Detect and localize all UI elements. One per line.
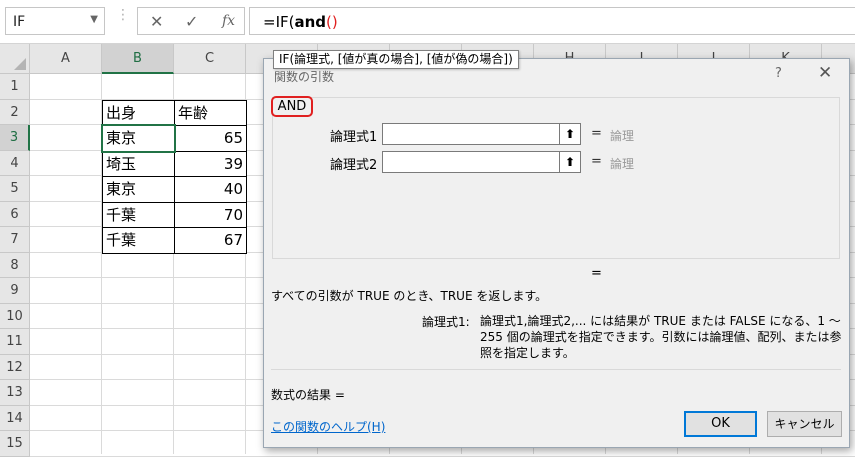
table-cell[interactable]: 千葉 — [102, 227, 175, 254]
function-result-equals: = — [591, 266, 602, 281]
formula-bar: IF ▼ ⋮ ✕ ✓ fx =IF(and() — [0, 0, 855, 44]
arg-input-2[interactable] — [382, 151, 581, 173]
row-header-4[interactable]: 4 — [0, 150, 30, 176]
formula-result: 数式の結果 = — [271, 388, 345, 402]
arg-equals-1: = — [591, 126, 602, 141]
column-header-b[interactable]: B — [102, 44, 174, 74]
formula-parens: () — [326, 13, 338, 31]
row-header-13[interactable]: 13 — [0, 380, 30, 406]
arg-help-text: 論理式1,論理式2,... には結果が TRUE または FALSE になる、1… — [480, 314, 842, 360]
row-header-5[interactable]: 5 — [0, 176, 30, 202]
table-cell[interactable]: 埼玉 — [102, 150, 175, 177]
arg-result-2: 論理 — [610, 157, 635, 171]
table-cell[interactable]: 67 — [174, 227, 247, 254]
divider — [271, 369, 841, 370]
insert-function-icon[interactable]: fx — [222, 13, 235, 29]
table-cell[interactable]: 東京 — [102, 176, 175, 203]
function-tooltip[interactable]: IF(論理式, [値が真の場合], [値が偽の場合]) — [273, 50, 519, 69]
check-icon[interactable]: ✓ — [185, 12, 198, 31]
row-header-14[interactable]: 14 — [0, 405, 30, 431]
table-cell[interactable]: 65 — [174, 125, 247, 152]
formula-buttons: ✕ ✓ fx — [137, 7, 245, 35]
function-name: AND — [271, 96, 313, 117]
help-icon[interactable]: ? — [775, 66, 782, 81]
selected-cell-outline — [101, 124, 176, 153]
arg-equals-2: = — [591, 154, 602, 169]
table-header-cell[interactable]: 年齢 — [174, 99, 247, 126]
row-header-6[interactable]: 6 — [0, 201, 30, 227]
table-cell[interactable]: 70 — [174, 201, 247, 228]
function-description: すべての引数が TRUE のとき、TRUE を返します。 — [271, 289, 548, 303]
row-header-2[interactable]: 2 — [0, 99, 30, 125]
row-header-12[interactable]: 12 — [0, 354, 30, 380]
table-header-cell[interactable]: 出身 — [102, 99, 175, 126]
table-cell[interactable]: 39 — [174, 150, 247, 177]
name-box-value: IF — [13, 14, 26, 30]
close-icon[interactable]: ✕ — [818, 63, 832, 83]
table-cell[interactable]: 40 — [174, 176, 247, 203]
row-header-15[interactable]: 15 — [0, 431, 30, 457]
row-header-1[interactable]: 1 — [0, 74, 30, 100]
more-options-icon[interactable]: ⋮ — [116, 8, 130, 22]
arguments-group — [272, 97, 840, 259]
name-box[interactable]: IF ▼ — [5, 7, 105, 35]
dialog-title: 関数の引数 — [274, 70, 335, 84]
collapse-dialog-icon[interactable]: ⬆ — [559, 151, 581, 173]
cancel-icon[interactable]: ✕ — [150, 12, 163, 31]
arg-label-1: 論理式1 — [330, 130, 378, 145]
arg-label-2: 論理式2 — [330, 158, 378, 173]
row-header-8[interactable]: 8 — [0, 252, 30, 278]
select-all-corner[interactable] — [0, 44, 30, 74]
formula-input[interactable]: =IF(and() — [249, 7, 855, 35]
gridline — [30, 455, 855, 457]
row-header-11[interactable]: 11 — [0, 329, 30, 355]
table-cell[interactable]: 千葉 — [102, 201, 175, 228]
row-header-10[interactable]: 10 — [0, 303, 30, 329]
arg-result-1: 論理 — [610, 129, 635, 143]
row-header-7[interactable]: 7 — [0, 227, 30, 253]
column-header-c[interactable]: C — [174, 44, 246, 74]
collapse-dialog-icon[interactable]: ⬆ — [559, 123, 581, 145]
arg-help-name: 論理式1: — [422, 315, 470, 329]
formula-func: and — [294, 13, 327, 31]
function-arguments-dialog: 関数の引数 ? ✕ AND 論理式1 ⬆ = 論理 論理式2 ⬆ = 論理 = … — [263, 58, 850, 448]
help-link[interactable]: この関数のヘルプ(H) — [271, 418, 385, 435]
arg-input-1[interactable] — [382, 123, 581, 145]
cancel-button[interactable]: キャンセル — [767, 411, 842, 437]
row-header-3[interactable]: 3 — [0, 125, 30, 151]
chevron-down-icon[interactable]: ▼ — [90, 14, 98, 25]
row-header-9[interactable]: 9 — [0, 278, 30, 304]
formula-prefix: =IF( — [263, 13, 295, 31]
ok-button[interactable]: OK — [684, 411, 757, 437]
column-header-a[interactable]: A — [30, 44, 102, 74]
formula-text: =IF(and() — [263, 13, 338, 31]
